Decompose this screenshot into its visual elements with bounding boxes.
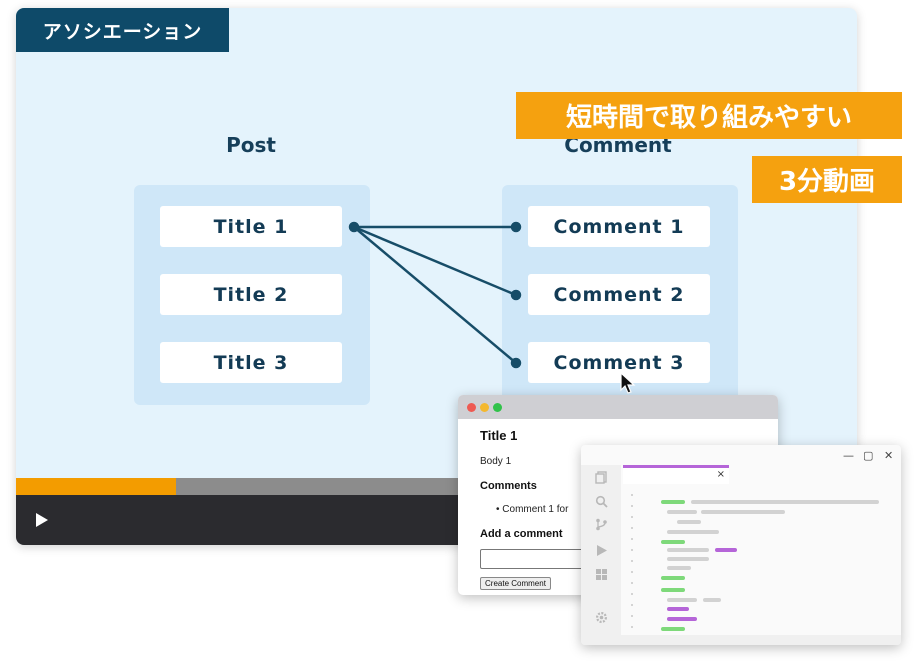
promo-label-short-time: 短時間で取り組みやすい <box>516 92 902 139</box>
progress-fill <box>16 478 176 495</box>
source-control-icon[interactable] <box>595 518 608 531</box>
maximize-dot-icon[interactable] <box>493 403 502 412</box>
code-line <box>661 540 685 544</box>
post-title: Title 1 <box>480 428 518 443</box>
search-icon[interactable] <box>595 495 608 508</box>
code-line <box>691 500 879 504</box>
maximize-icon[interactable]: ▢ <box>863 449 873 462</box>
code-line <box>667 557 709 561</box>
code-line <box>715 548 737 552</box>
post-body: Body 1 <box>480 456 512 467</box>
code-line <box>661 500 685 504</box>
line-number-gutter <box>631 494 633 628</box>
code-editor-window: — ▢ ✕ × <box>581 445 901 645</box>
activity-bar <box>581 465 621 635</box>
create-comment-button[interactable]: Create Comment <box>480 577 551 590</box>
code-line <box>667 598 697 602</box>
gear-icon[interactable] <box>595 611 608 624</box>
browser-titlebar <box>458 395 778 419</box>
comments-heading: Comments <box>480 480 537 492</box>
minimize-icon[interactable]: — <box>843 449 854 462</box>
tab-close-icon[interactable]: × <box>717 469 725 480</box>
code-line <box>667 566 691 570</box>
code-line <box>701 510 785 514</box>
code-line <box>667 617 697 621</box>
editor-tab[interactable]: × <box>623 465 729 484</box>
code-line <box>661 627 685 631</box>
screenshot-stage: アソシエーション Post Comment Title 1 Title 2 Ti… <box>0 0 917 671</box>
files-icon[interactable] <box>595 471 608 484</box>
code-line <box>667 607 689 611</box>
play-icon[interactable] <box>36 513 48 527</box>
minimize-dot-icon[interactable] <box>480 403 489 412</box>
mouse-cursor-icon <box>620 372 636 394</box>
code-line <box>667 530 719 534</box>
add-comment-heading: Add a comment <box>480 528 563 540</box>
status-bar <box>581 635 901 645</box>
close-icon[interactable]: ✕ <box>884 449 893 462</box>
comment-list-item: • Comment 1 for <box>496 504 569 515</box>
code-line <box>703 598 721 602</box>
run-icon[interactable] <box>595 544 608 557</box>
extensions-icon[interactable] <box>595 568 608 581</box>
code-line <box>661 588 685 592</box>
code-line <box>667 510 697 514</box>
code-line <box>667 548 709 552</box>
code-line <box>677 520 701 524</box>
promo-label-duration: 3分動画 <box>752 156 902 203</box>
close-dot-icon[interactable] <box>467 403 476 412</box>
code-line <box>661 576 685 580</box>
